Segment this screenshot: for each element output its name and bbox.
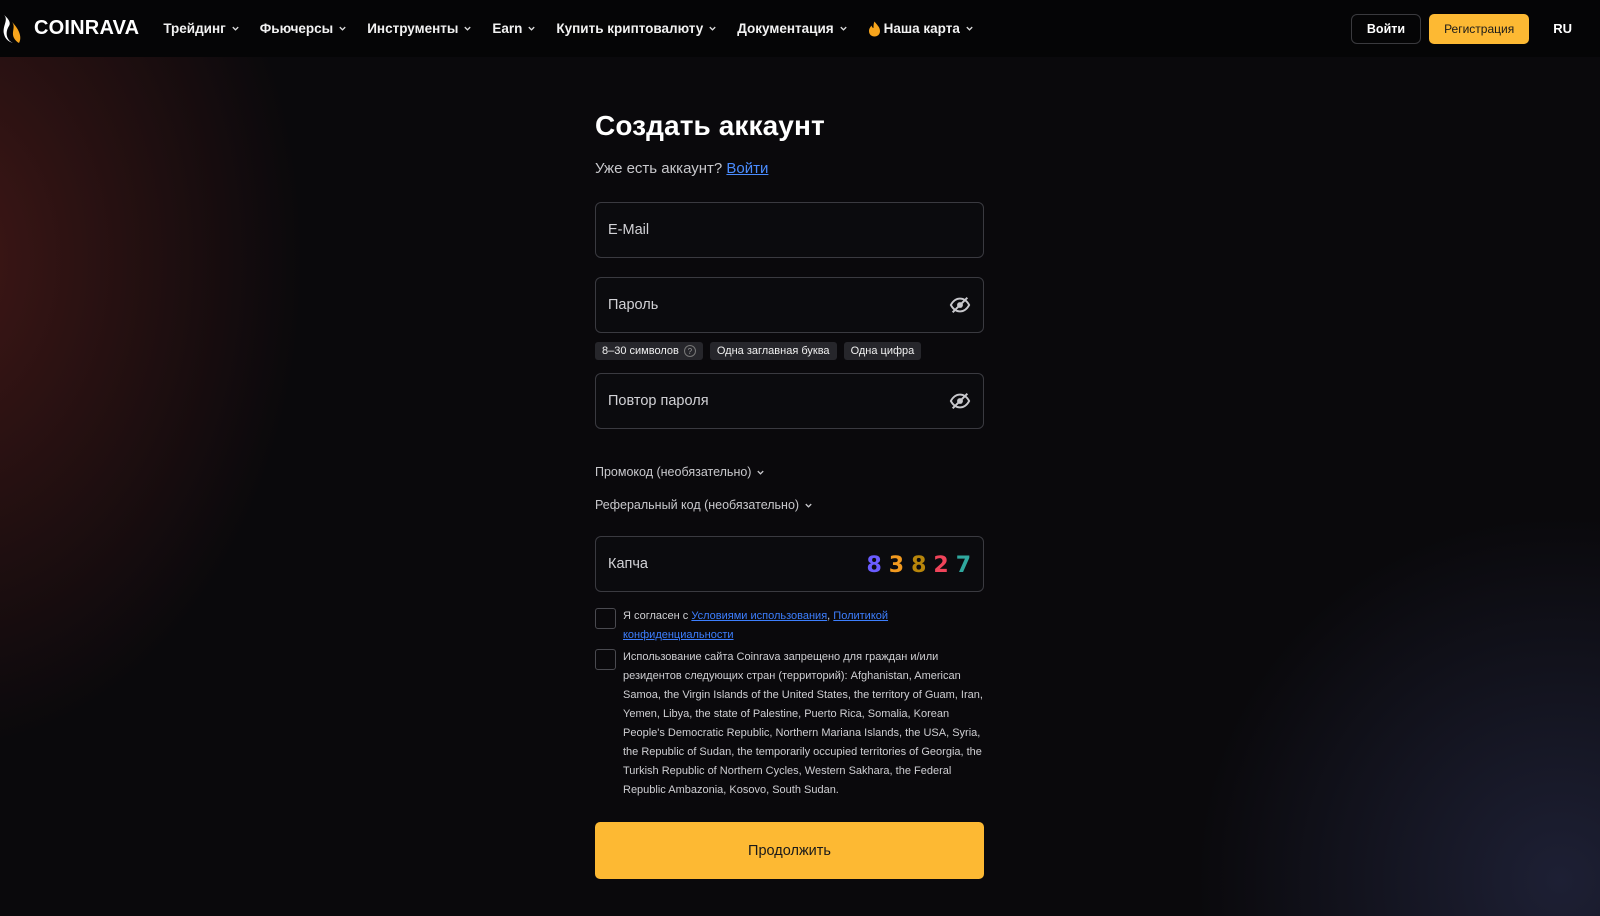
referral-code-toggle[interactable]: Реферальный код (необязательно) [595,498,813,512]
top-header: COINRAVA Трейдинг Фьючерсы Инструменты E… [0,0,1600,57]
login-link[interactable]: Войти [726,160,768,177]
help-icon[interactable]: ? [683,345,696,357]
header-actions: Войти Регистрация RU [1350,13,1572,44]
repeat-password-field[interactable] [595,373,984,429]
email-field[interactable] [595,202,984,258]
hint-length: 8–30 символов ? [595,342,703,360]
captcha-digit: 7 [955,553,971,578]
login-button[interactable]: Войти [1350,13,1422,44]
hint-length-label: 8–30 символов [602,345,679,357]
nav-our-card-label: Наша карта [883,21,960,36]
captcha-image[interactable]: 8 3 8 2 7 [859,553,971,578]
nav-earn-label: Earn [492,21,523,36]
terms-checkbox[interactable] [595,608,616,629]
nav-futures-label: Фьючерсы [259,21,334,36]
chevron-down-icon [464,26,472,31]
promo-code-label: Промокод (необязательно) [595,465,752,479]
terms-separator: , [827,610,831,622]
nav-docs[interactable]: Документация [737,21,847,36]
nav-trading-label: Трейдинг [163,21,226,36]
language-selector[interactable]: RU [1553,21,1572,36]
password-field[interactable] [595,277,984,333]
brand-logo[interactable]: COINRAVA [0,0,139,57]
password-requirements: 8–30 символов ? Одна заглавная буква Одн… [595,342,928,360]
brand-name: COINRAVA [34,17,140,39]
terms-text: Я согласен с Условиями использования, По… [623,607,984,645]
chevron-down-icon [528,26,536,31]
chevron-down-icon [805,503,812,508]
nav-buy-crypto[interactable]: Купить криптовалюту [556,21,717,36]
page-title: Создать аккаунт [595,110,825,141]
promo-code-toggle[interactable]: Промокод (необязательно) [595,465,765,479]
hint-uppercase: Одна заглавная буква [709,342,837,360]
restriction-checkbox[interactable] [595,649,616,670]
eye-off-icon[interactable] [949,294,971,316]
nav-our-card[interactable]: Наша карта [868,21,974,37]
nav-tools[interactable]: Инструменты [367,21,472,36]
nav-tools-label: Инструменты [367,21,459,36]
terms-agreement: Я согласен с Условиями использования, По… [595,608,984,645]
flame-logo-icon [3,14,21,43]
terms-prefix: Я согласен с [623,610,689,622]
captcha-digit: 2 [933,553,949,578]
terms-link[interactable]: Условиями использования [691,610,827,622]
restriction-agreement: Использование сайта Coinrava запрещено д… [595,649,984,800]
captcha-digit: 8 [866,553,882,578]
register-button[interactable]: Регистрация [1429,13,1530,44]
chevron-down-icon [839,26,847,31]
nav-earn[interactable]: Earn [492,21,536,36]
nav-docs-label: Документация [737,21,834,36]
eye-off-icon[interactable] [949,390,971,412]
captcha-digit: 8 [911,553,927,578]
chevron-down-icon [966,26,973,31]
captcha-digit: 3 [888,553,905,578]
chevron-down-icon [232,26,239,31]
main-nav: Трейдинг Фьючерсы Инструменты Earn Купит… [163,21,994,37]
signup-form: Создать аккаунт Уже есть аккаунт? Войти … [595,110,984,879]
have-account-text: Уже есть аккаунт? Войти [595,160,984,177]
referral-code-label: Реферальный код (необязательно) [595,498,800,512]
fire-icon [868,21,880,36]
chevron-down-icon [709,26,716,31]
nav-trading[interactable]: Трейдинг [163,21,239,36]
password-input[interactable] [608,297,949,313]
hint-digit: Одна цифра [843,342,922,360]
have-account-label: Уже есть аккаунт? [595,160,723,177]
restriction-text: Использование сайта Coinrava запрещено д… [623,651,983,796]
chevron-down-icon [339,26,346,31]
repeat-password-input[interactable] [608,393,949,409]
nav-futures[interactable]: Фьючерсы [260,21,347,36]
chevron-down-icon [757,470,765,475]
email-input[interactable] [608,222,971,238]
captcha-field[interactable]: 8 3 8 2 7 [595,536,984,592]
nav-buy-crypto-label: Купить криптовалюту [556,21,704,36]
continue-button[interactable]: Продолжить [595,822,984,879]
